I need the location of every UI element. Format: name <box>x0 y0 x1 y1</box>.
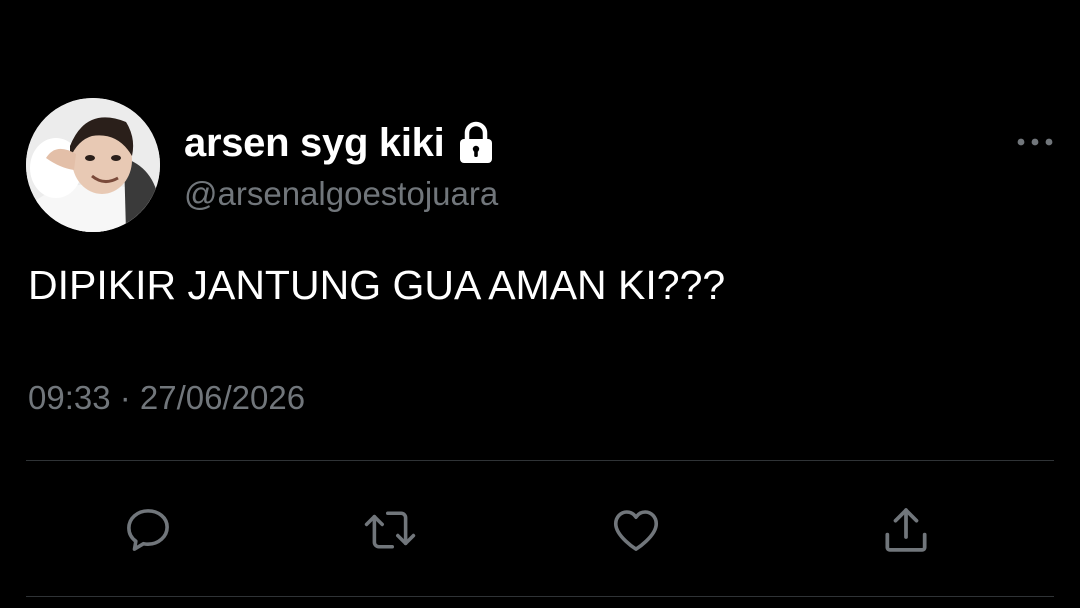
tweet-card: arsen syg kiki @arsenalgoestojuara DIPIK… <box>0 0 1080 608</box>
user-handle[interactable]: @arsenalgoestojuara <box>184 172 498 216</box>
reply-icon <box>127 509 169 551</box>
avatar[interactable] <box>26 98 160 232</box>
retweet-button[interactable] <box>360 500 420 560</box>
more-horizontal-icon[interactable] <box>1012 128 1058 156</box>
tweet-text: DIPIKIR JANTUNG GUA AMAN KI??? <box>28 262 726 308</box>
display-name-row: arsen syg kiki <box>184 118 494 168</box>
like-button[interactable] <box>606 500 666 560</box>
divider <box>26 460 1054 461</box>
tweet-timestamp[interactable]: 09:33 · 27/06/2026 <box>28 376 305 420</box>
reply-button[interactable] <box>118 500 178 560</box>
like-icon <box>613 510 659 551</box>
share-button[interactable] <box>876 500 936 560</box>
share-icon <box>885 508 927 552</box>
display-name[interactable]: arsen syg kiki <box>184 118 445 168</box>
divider <box>26 596 1054 597</box>
retweet-icon <box>364 511 416 549</box>
avatar-image <box>26 98 160 232</box>
lock-icon <box>458 121 494 165</box>
